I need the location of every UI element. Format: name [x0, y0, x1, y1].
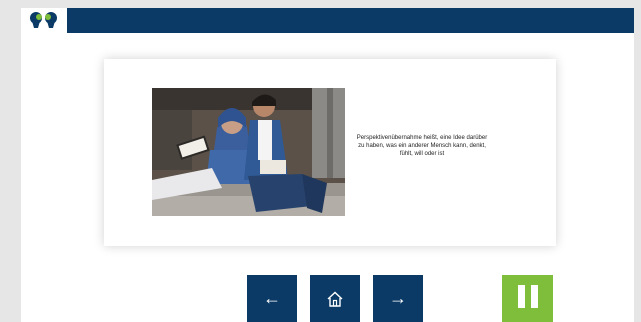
- content-card: Perspektivenübernahme heißt, eine Idee d…: [104, 59, 556, 246]
- card-caption: Perspektivenübernahme heißt, eine Idee d…: [356, 135, 488, 157]
- logo: [21, 8, 67, 33]
- home-icon: [327, 291, 343, 307]
- pause-button[interactable]: [502, 275, 553, 322]
- couple-reading-photo: [152, 88, 345, 216]
- back-button[interactable]: ←: [247, 275, 297, 322]
- lesson-page: Perspektivenübernahme heißt, eine Idee d…: [21, 8, 634, 322]
- forward-button[interactable]: →: [373, 275, 423, 322]
- arrow-left-icon: ←: [263, 288, 281, 308]
- pause-icon: [515, 284, 541, 313]
- home-button[interactable]: [310, 275, 360, 322]
- top-bar: [21, 8, 634, 33]
- two-heads-logo-icon: [30, 12, 57, 28]
- arrow-right-icon: →: [389, 288, 407, 308]
